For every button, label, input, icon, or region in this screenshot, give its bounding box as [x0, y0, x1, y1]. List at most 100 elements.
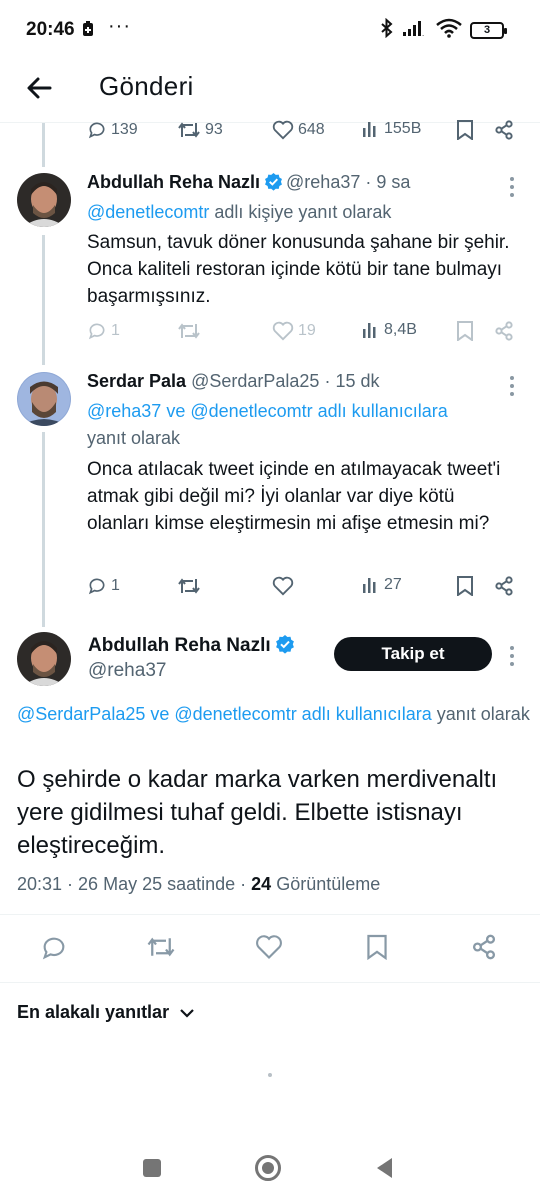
share-button[interactable]: [494, 576, 514, 596]
bookmark-icon: [456, 576, 474, 596]
heart-icon: [272, 120, 294, 140]
status-time: 20:46: [26, 19, 75, 40]
retweet-count: 93: [205, 121, 223, 138]
avatar[interactable]: [17, 632, 71, 686]
like-button[interactable]: 19: [272, 321, 316, 341]
views-count: 8,4B: [384, 321, 417, 338]
system-nav-bar: [0, 1140, 540, 1200]
reply-context-text: yanıt olarak: [87, 428, 181, 448]
share-icon: [471, 934, 497, 960]
verified-badge-icon: [275, 634, 295, 660]
reply-count: 1: [111, 322, 120, 339]
avatar[interactable]: [17, 372, 71, 426]
tweet-text: Samsun, tavuk döner konusunda şahane bir…: [87, 232, 510, 307]
reply-context-text: yanıt olarak: [431, 704, 530, 724]
tweet-actions: 1 27: [0, 576, 540, 606]
bookmark-icon: [456, 321, 474, 341]
focused-tweet-text: O şehirde o kadar marka varken merdivena…: [17, 766, 498, 859]
reply-context-text: adlı kişiye yanıt olarak: [209, 202, 392, 222]
author-handle[interactable]: @reha37: [286, 172, 360, 192]
reply-icon: [40, 934, 68, 962]
share-button[interactable]: [494, 120, 514, 140]
heart-icon: [255, 934, 283, 960]
status-indicators: . 3: [380, 17, 507, 43]
reply-icon: [87, 120, 107, 140]
reply-context: @denetlecomtr adlı kişiye yanıt olarak: [87, 199, 391, 226]
reply-context: @SerdarPala25 ve @denetlecomtr adlı kull…: [17, 700, 540, 729]
back-button-icon[interactable]: [374, 1156, 394, 1185]
focused-author-name[interactable]: Abdullah Reha Nazlı: [88, 634, 298, 660]
more-options-icon[interactable]: [510, 376, 516, 400]
status-overflow-dots: ···: [108, 15, 131, 37]
retweet-button[interactable]: [177, 321, 201, 341]
more-options-icon[interactable]: [510, 646, 516, 670]
tweet-actions: 1 19 8,4B: [0, 321, 540, 351]
retweet-icon: [177, 321, 201, 341]
focused-author-handle[interactable]: @reha37: [88, 660, 166, 682]
avatar[interactable]: [17, 173, 71, 227]
top-app-bar: Gönderi: [0, 60, 540, 122]
reply-count: 139: [111, 121, 138, 138]
mention-link[interactable]: @denetlecomtr: [87, 202, 209, 222]
share-button[interactable]: [471, 934, 497, 960]
like-button[interactable]: 648: [272, 120, 325, 140]
page-title: Gönderi: [99, 71, 194, 101]
home-button-icon[interactable]: [254, 1154, 282, 1187]
views-button[interactable]: 8,4B: [362, 321, 417, 339]
like-button[interactable]: [272, 576, 294, 596]
tweet-meta: 20:31 · 26 May 25 saatinde · 24 Görüntül…: [17, 874, 381, 894]
reply-button[interactable]: 1: [87, 576, 120, 596]
views-chart-icon: [362, 321, 380, 339]
views-count: 27: [384, 576, 402, 593]
reply-icon: [87, 321, 107, 341]
views-count: 155B: [384, 120, 422, 137]
views-count: 24: [251, 874, 272, 894]
views-chart-icon: [362, 120, 380, 138]
mention-link[interactable]: @reha37 ve @denetlecomtr adlı kullanıcıl…: [87, 401, 448, 421]
retweet-button[interactable]: [177, 576, 201, 596]
tweet-time: 15 dk: [335, 371, 380, 391]
bluetooth-icon: [380, 17, 394, 43]
bookmark-button[interactable]: [366, 934, 388, 960]
wifi-icon: [436, 18, 462, 43]
recents-button-icon[interactable]: [142, 1158, 162, 1183]
replies-sort-dropdown[interactable]: En alakalı yanıtlar: [17, 1002, 195, 1023]
like-button[interactable]: [255, 934, 283, 960]
divider: [0, 982, 540, 983]
prev-tweet-actions: 139 93 648 155B: [0, 120, 540, 150]
reply-button[interactable]: 1: [87, 321, 120, 341]
like-count: 648: [298, 121, 325, 138]
tweet-header: Serdar Pala @SerdarPala25 · 15 dk: [87, 371, 380, 392]
bookmark-button[interactable]: [456, 120, 474, 140]
mention-link[interactable]: @SerdarPala25 ve @denetlecomtr adlı kull…: [17, 704, 432, 724]
author-name[interactable]: Serdar Pala: [87, 371, 186, 391]
more-options-icon[interactable]: [510, 177, 516, 201]
author-name[interactable]: Abdullah Reha Nazlı: [87, 172, 260, 192]
share-icon: [494, 576, 514, 596]
back-arrow-icon[interactable]: [22, 71, 56, 105]
retweet-button[interactable]: 93: [177, 120, 223, 140]
bookmark-icon: [456, 120, 474, 140]
follow-button[interactable]: Takip et: [334, 637, 492, 671]
status-bar: 20:46 ··· . 3: [0, 0, 540, 60]
share-button[interactable]: [494, 321, 514, 341]
heart-icon: [272, 576, 294, 596]
loading-indicator: [268, 1073, 272, 1077]
tweet-time: 9 sa: [376, 172, 411, 192]
reply-button[interactable]: [40, 934, 68, 962]
retweet-icon: [177, 576, 201, 596]
chevron-down-icon: [179, 1002, 195, 1023]
bookmark-button[interactable]: [456, 576, 474, 596]
views-label: Görüntüleme: [276, 874, 381, 894]
bookmark-button[interactable]: [456, 321, 474, 341]
notification-icon: [82, 21, 94, 42]
views-button[interactable]: 27: [362, 576, 402, 594]
author-handle[interactable]: @SerdarPala25: [191, 371, 319, 391]
svg-text:.: .: [422, 30, 424, 37]
retweet-button[interactable]: [146, 934, 176, 960]
focused-tweet-actions: [0, 934, 540, 964]
bookmark-icon: [366, 934, 388, 960]
reply-button[interactable]: 139: [87, 120, 138, 140]
views-button[interactable]: 155B: [362, 120, 421, 138]
tweet-date: 26 May 25 saatinde: [78, 874, 236, 894]
